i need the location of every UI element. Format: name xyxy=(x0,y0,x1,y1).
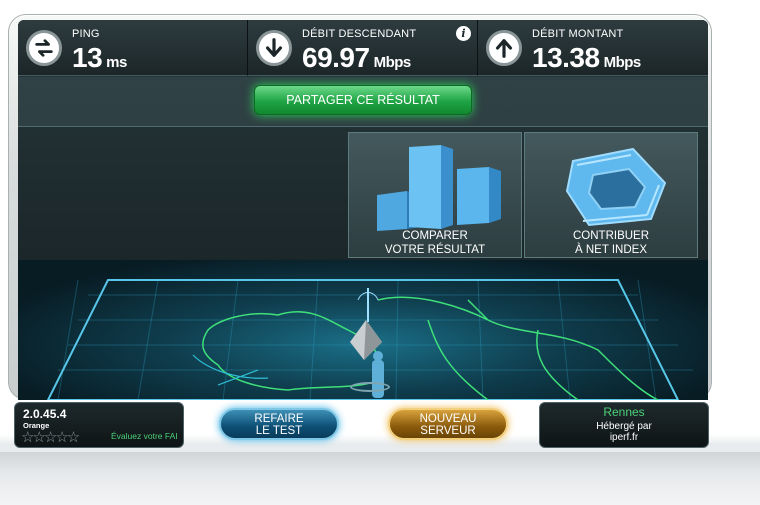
contribute-line1: CONTRIBUER xyxy=(572,230,650,242)
speedtest-app: PING 13 ms DÉBIT DESCENDANT 69.97 Mbps i D… xyxy=(0,0,760,505)
net-index-icon xyxy=(565,147,667,227)
swap-arrows-icon xyxy=(26,30,62,66)
download-unit: Mbps xyxy=(373,54,412,71)
ping-stat: PING 13 ms xyxy=(18,20,248,76)
upload-value: 13.38 xyxy=(532,42,600,73)
download-value-line: 69.97 Mbps xyxy=(302,42,411,74)
contribute-net-index-tile[interactable]: CONTRIBUER À NET INDEX xyxy=(524,132,698,258)
stats-bar: PING 13 ms DÉBIT DESCENDANT 69.97 Mbps i D… xyxy=(18,20,708,76)
host-line1: Hébergé par xyxy=(596,421,652,432)
server-host: Hébergé par iperf.fr xyxy=(540,421,708,443)
compare-tile-label: COMPARER VOTRE RÉSULTAT xyxy=(349,229,521,257)
arrow-up-icon xyxy=(486,30,522,66)
new-server-button[interactable]: NOUVEAU SERVEUR xyxy=(388,408,508,440)
server-line1: NOUVEAU xyxy=(419,413,477,425)
redo-test-button[interactable]: REFAIRE LE TEST xyxy=(219,408,339,440)
results-screen: PING 13 ms DÉBIT DESCENDANT 69.97 Mbps i D… xyxy=(18,20,708,400)
share-bar: PARTAGER CE RÉSULTAT xyxy=(18,77,708,127)
floor-shadow xyxy=(0,452,760,505)
server-map xyxy=(18,260,708,400)
redo-line1: REFAIRE xyxy=(254,413,304,425)
pin-base-ring xyxy=(350,382,390,392)
ping-label: PING xyxy=(72,28,100,40)
rate-isp-label[interactable]: Évaluez votre FAI xyxy=(111,431,181,441)
server-panel: Rennes Hébergé par iperf.fr xyxy=(539,402,709,448)
contribute-tile-label: CONTRIBUER À NET INDEX xyxy=(525,229,697,257)
upload-unit: Mbps xyxy=(603,54,642,71)
host-line2: iperf.fr xyxy=(609,432,639,443)
download-stat: DÉBIT DESCENDANT 69.97 Mbps i xyxy=(248,20,478,76)
ping-unit: ms xyxy=(106,54,127,71)
upload-stat: DÉBIT MONTANT 13.38 Mbps xyxy=(478,20,708,76)
arrow-down-icon xyxy=(256,30,292,66)
isp-panel: 2.0.45.4 Orange ☆☆☆☆☆ Évaluez votre FAI xyxy=(14,402,184,448)
download-value: 69.97 xyxy=(302,42,370,73)
contribute-line2: À NET INDEX xyxy=(575,244,647,256)
action-tiles: COMPARER VOTRE RÉSULTAT CONTRIBUER À NET… xyxy=(348,132,700,258)
server-line2: SERVEUR xyxy=(420,425,476,437)
compare-result-tile[interactable]: COMPARER VOTRE RÉSULTAT xyxy=(348,132,522,258)
version-label: 2.0.45.4 xyxy=(23,407,67,421)
compare-line1: COMPARER xyxy=(402,230,468,242)
rating-stars[interactable]: ☆☆☆☆☆ xyxy=(21,430,80,445)
server-city: Rennes xyxy=(603,405,645,419)
upload-label: DÉBIT MONTANT xyxy=(532,28,624,40)
upload-value-line: 13.38 Mbps xyxy=(532,42,641,74)
compare-line2: VOTRE RÉSULTAT xyxy=(384,244,486,256)
ping-value: 13 xyxy=(72,42,103,73)
map-graphic xyxy=(46,279,693,400)
download-label: DÉBIT DESCENDANT xyxy=(302,28,417,40)
info-icon[interactable]: i xyxy=(456,26,471,41)
bottom-controls: 2.0.45.4 Orange ☆☆☆☆☆ Évaluez votre FAI … xyxy=(12,398,712,452)
ping-value-line: 13 ms xyxy=(72,42,127,74)
share-result-button[interactable]: PARTAGER CE RÉSULTAT xyxy=(254,85,472,115)
redo-line2: LE TEST xyxy=(255,425,303,437)
bar-chart-icon xyxy=(377,145,501,231)
